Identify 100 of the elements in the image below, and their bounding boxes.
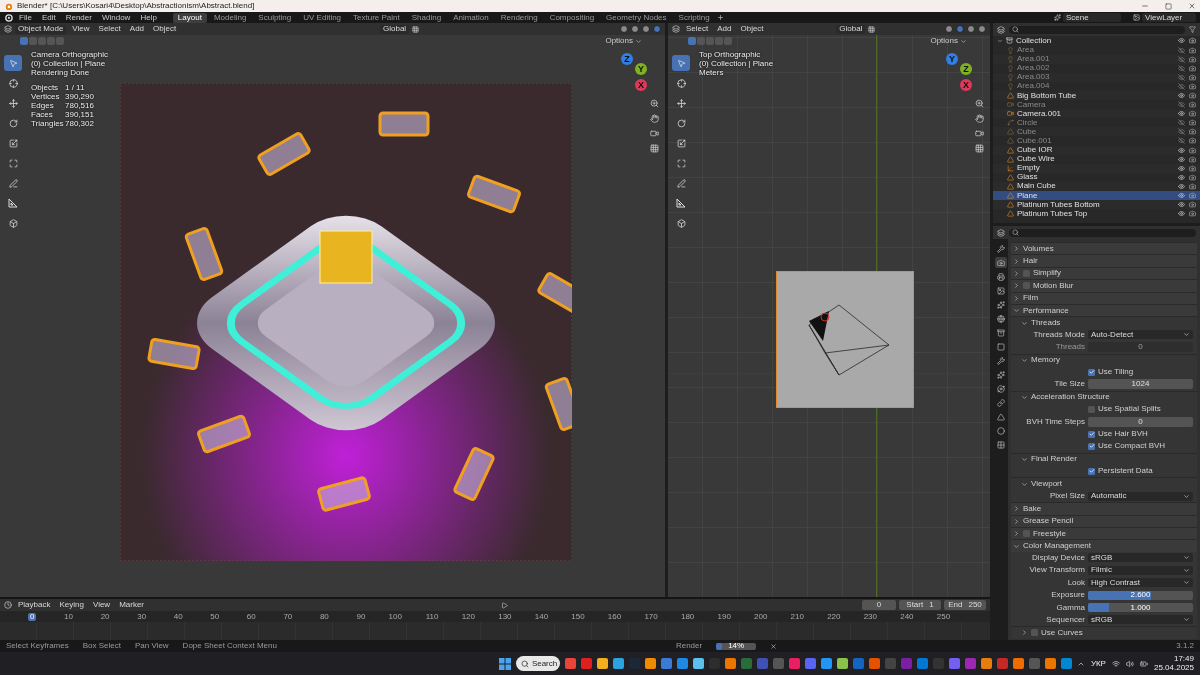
- workspace-tab[interactable]: Scripting: [673, 12, 715, 23]
- checkbox[interactable]: [1023, 282, 1030, 290]
- properties-tab[interactable]: [994, 257, 1007, 268]
- menu-item[interactable]: Render: [61, 13, 96, 22]
- workspace-tab[interactable]: Rendering: [495, 12, 543, 23]
- workspace-tab[interactable]: Geometry Nodes: [601, 12, 672, 23]
- app-icon[interactable]: [724, 658, 736, 669]
- options-dropdown[interactable]: Options: [927, 37, 970, 45]
- shading-toggle[interactable]: [956, 25, 964, 33]
- app-icon[interactable]: [1060, 658, 1072, 669]
- panel-header[interactable]: Color Management: [1011, 539, 1197, 552]
- app-icon[interactable]: [676, 658, 688, 669]
- checkbox[interactable]: [1088, 442, 1095, 450]
- search-field[interactable]: Search: [515, 656, 560, 671]
- shading-toggle[interactable]: [978, 25, 986, 33]
- slider-field[interactable]: 2.600: [1088, 590, 1193, 600]
- properties-tab[interactable]: [994, 439, 1007, 450]
- view-layer-field[interactable]: ViewLayer: [1142, 13, 1196, 22]
- mode-dropdown[interactable]: Object Mode: [15, 24, 67, 34]
- workspace-tab[interactable]: Compositing: [544, 12, 600, 23]
- search-field[interactable]: [1009, 25, 1185, 34]
- menu-item[interactable]: Help: [136, 13, 161, 22]
- scene-field[interactable]: Scene: [1063, 13, 1121, 22]
- app-icon[interactable]: [1012, 658, 1024, 669]
- properties-tab[interactable]: [994, 327, 1007, 338]
- menu-item[interactable]: Select: [683, 25, 712, 33]
- workspace-tab[interactable]: Modeling: [208, 12, 252, 23]
- panel-header[interactable]: Hair: [1011, 254, 1197, 267]
- properties-tab[interactable]: [994, 355, 1007, 366]
- search-field[interactable]: [1009, 228, 1196, 237]
- workspace-tab[interactable]: Texture Paint: [348, 12, 405, 23]
- clock-time[interactable]: 17:49: [1173, 655, 1194, 663]
- app-icon[interactable]: [692, 658, 704, 669]
- app-icon[interactable]: [916, 658, 928, 669]
- menu-item[interactable]: Edit: [37, 13, 60, 22]
- playhead[interactable]: 0: [28, 612, 37, 621]
- dropdown[interactable]: sRGB: [1088, 553, 1193, 563]
- clock-date[interactable]: 25.04.2025: [1153, 664, 1194, 672]
- workspace-tab[interactable]: UV Editing: [298, 12, 347, 23]
- shading-toggle[interactable]: [945, 25, 953, 33]
- orientation-dropdown[interactable]: Global: [836, 24, 866, 34]
- menu-item[interactable]: Add: [126, 25, 148, 33]
- panel-header[interactable]: Use Curves: [1011, 626, 1197, 639]
- panel-header[interactable]: Threads: [1011, 316, 1197, 329]
- app-icon[interactable]: [1044, 658, 1056, 669]
- app-icon[interactable]: [644, 658, 656, 669]
- end-field[interactable]: End 250: [944, 600, 986, 610]
- dropdown[interactable]: sRGB: [1088, 615, 1193, 625]
- shading-toggle[interactable]: [642, 25, 650, 33]
- app-icon[interactable]: [788, 658, 800, 669]
- shading-toggle[interactable]: [631, 25, 639, 33]
- properties-tab[interactable]: [994, 313, 1007, 324]
- panel-header[interactable]: Motion Blur: [1011, 279, 1197, 292]
- menu-item[interactable]: Keying: [56, 601, 87, 609]
- outliner-row[interactable]: Collection: [993, 36, 1200, 46]
- properties-tab[interactable]: [994, 383, 1007, 394]
- checkbox[interactable]: [1088, 467, 1095, 475]
- start-field[interactable]: Start 1: [899, 600, 941, 610]
- axis-label[interactable]: Y: [635, 63, 647, 75]
- axis-label[interactable]: X: [635, 79, 647, 91]
- axis-label[interactable]: Z: [960, 63, 972, 75]
- menu-item[interactable]: Add: [714, 25, 735, 33]
- menu-item[interactable]: File: [15, 13, 36, 22]
- properties-tab[interactable]: [994, 411, 1007, 422]
- checkbox[interactable]: [1088, 368, 1095, 376]
- workspace-tab[interactable]: Layout: [172, 12, 207, 23]
- properties-tab[interactable]: [994, 243, 1007, 254]
- shading-toggle[interactable]: [653, 25, 661, 33]
- number-field[interactable]: 1024: [1088, 379, 1193, 390]
- checkbox[interactable]: [1023, 269, 1030, 277]
- start-icon[interactable]: [498, 657, 511, 670]
- language-indicator[interactable]: УКР: [1090, 659, 1106, 668]
- menu-item[interactable]: View: [69, 25, 93, 33]
- properties-tab[interactable]: [994, 299, 1007, 310]
- checkbox[interactable]: [1031, 629, 1038, 637]
- workspace-tab[interactable]: Shading: [406, 12, 447, 23]
- panel-header[interactable]: Volumes: [1011, 242, 1197, 255]
- panel-header[interactable]: Viewport: [1011, 477, 1197, 490]
- axis-label[interactable]: X: [960, 79, 972, 91]
- 3d-viewport[interactable]: Object Mode View Select Add Object Global Options Camera Orthographic (0) Collection | Plane Rendering Done Objects 1 / 11 Vertices 390,290 Edges 780,516 Faces 390,151 Triangles 780,302 Z Y X: [0, 23, 665, 597]
- checkbox[interactable]: [1088, 430, 1095, 438]
- properties-tab[interactable]: [994, 271, 1007, 282]
- shading-toggle[interactable]: [967, 25, 975, 33]
- menu-item[interactable]: Select: [95, 25, 124, 33]
- frame-field[interactable]: 0: [862, 600, 896, 610]
- checkbox[interactable]: [1088, 405, 1095, 413]
- outliner-row[interactable]: Plane: [993, 191, 1200, 201]
- app-icon[interactable]: [836, 658, 848, 669]
- checkbox[interactable]: [1023, 530, 1030, 538]
- app-icon[interactable]: [948, 658, 960, 669]
- app-icon[interactable]: [660, 658, 672, 669]
- menu-item[interactable]: View: [89, 601, 114, 609]
- app-icon[interactable]: [868, 658, 880, 669]
- shading-toggle[interactable]: [620, 25, 628, 33]
- dropdown[interactable]: Filmic: [1088, 565, 1193, 575]
- options-dropdown[interactable]: Options: [602, 37, 645, 45]
- menu-item[interactable]: Window: [97, 13, 135, 22]
- number-field[interactable]: 0: [1088, 416, 1193, 427]
- app-icon[interactable]: [804, 658, 816, 669]
- app-icon[interactable]: [980, 658, 992, 669]
